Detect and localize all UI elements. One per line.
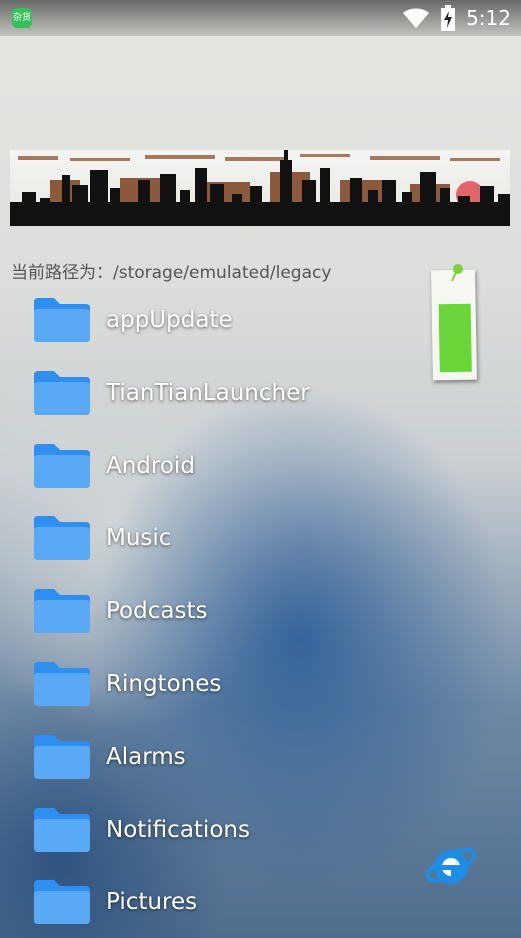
folder-icon [34, 298, 90, 342]
ie-browser-icon[interactable] [424, 838, 478, 892]
folder-label: Music [106, 525, 172, 552]
folder-item[interactable]: TianTianLauncher [0, 357, 420, 429]
folder-item[interactable]: Alarms [0, 721, 420, 793]
folder-item[interactable]: Podcasts [0, 575, 420, 647]
folder-item[interactable]: Music [0, 502, 420, 574]
folder-icon [34, 662, 90, 706]
battery-widget[interactable] [428, 264, 480, 384]
status-icons: 5:12 [402, 3, 511, 33]
folder-label: Podcasts [106, 598, 208, 625]
folder-icon [34, 370, 90, 415]
folder-label: TianTianLauncher [106, 379, 310, 406]
folder-label: Alarms [106, 743, 186, 770]
app-notification-icon: 杂货 [12, 8, 32, 28]
battery-charging-icon [441, 5, 456, 31]
folder-item[interactable]: Pictures [0, 866, 420, 938]
folder-item[interactable]: Ringtones [0, 648, 420, 720]
battery-frame [431, 269, 477, 381]
wifi-icon [403, 8, 430, 28]
folder-icon [34, 443, 90, 488]
folder-label: appUpdate [106, 307, 233, 333]
current-path-label: 当前路径为：/storage/emulated/legacy [11, 263, 332, 283]
battery-level-fill [438, 303, 472, 373]
skyline-banner-image [10, 150, 510, 226]
folder-label: Pictures [106, 889, 198, 916]
status-bar: 杂货 5:12 [0, 0, 521, 36]
folder-icon [34, 589, 90, 634]
folder-icon [34, 516, 90, 561]
folder-item[interactable]: Notifications [0, 794, 420, 866]
folder-icon [34, 734, 90, 779]
pushpin-icon [451, 264, 463, 282]
city-skyline-illustration [10, 150, 510, 226]
folder-item[interactable]: Android [0, 430, 420, 502]
folder-icon [34, 880, 90, 925]
folder-label: Notifications [106, 816, 250, 843]
folder-item[interactable]: appUpdate [0, 284, 420, 356]
folder-label: Android [106, 452, 195, 479]
folder-icon [34, 807, 90, 852]
status-clock: 5:12 [466, 6, 511, 30]
folder-label: Ringtones [106, 671, 222, 697]
